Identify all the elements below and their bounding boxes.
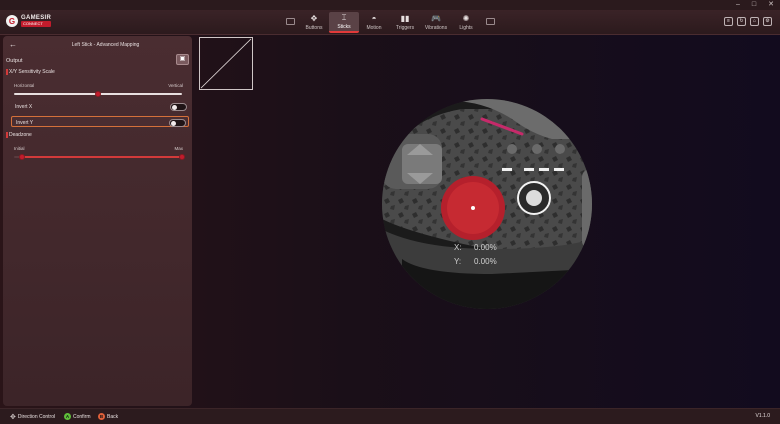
gamepad-small-icon[interactable] (286, 18, 295, 25)
gallery-icon[interactable] (486, 18, 495, 25)
xy-scale-knob[interactable] (95, 91, 101, 97)
tab-lights[interactable]: ✺ Lights (451, 12, 481, 33)
version-label: V1.1.0 (755, 413, 770, 419)
tab-buttons[interactable]: ✥ Buttons (299, 12, 329, 33)
invert-x-row[interactable]: Invert X (11, 101, 189, 112)
deadzone-max-knob[interactable] (179, 154, 185, 160)
xy-scale-slider[interactable] (14, 91, 182, 97)
lights-icon: ✺ (462, 13, 470, 23)
xy-scale-heading: X/Y Sensitivity Scale (6, 69, 55, 75)
initial-label: Initial (14, 146, 25, 151)
tab-motion-label: Motion (366, 24, 382, 31)
stick-position-dot (471, 206, 475, 210)
tab-sticks-label: Sticks (337, 23, 351, 30)
deadzone-heading: Deadzone (6, 132, 32, 138)
buttons-icon: ✥ (310, 13, 318, 23)
stick-x-label: X: (454, 243, 462, 252)
confirm-hint: A Confirm (64, 413, 91, 420)
logo-line2: CONNECT (21, 21, 52, 27)
b-button-icon: B (98, 413, 105, 420)
logo-mark: G (6, 15, 18, 27)
stick-y-label: Y: (454, 257, 462, 266)
panel-title: Left Stick - Advanced Mapping (71, 42, 140, 48)
tab-sticks[interactable]: ⌶ Sticks (329, 12, 359, 33)
maximize-button[interactable]: □ (752, 0, 756, 10)
output-label: Output (6, 58, 23, 64)
direction-hint-label: Direction Control (17, 414, 56, 420)
invert-x-toggle[interactable] (170, 103, 187, 111)
settings-icon[interactable]: ⚙ (763, 17, 772, 26)
back-hint-label: Back (107, 413, 119, 420)
deadzone-fill (22, 156, 182, 158)
minimize-button[interactable]: – (736, 0, 740, 10)
a-button-icon: A (64, 413, 71, 420)
top-nav: G GAMESIR CONNECT ✥ Buttons ⌶ Sticks ◓ M… (0, 10, 780, 35)
back-hint: B Back (98, 413, 118, 420)
tab-triggers-label: Triggers (395, 24, 415, 31)
triggers-icon: ▮▮ (400, 13, 410, 23)
home-icon[interactable]: ⌂ (750, 17, 759, 26)
sticks-icon: ⌶ (341, 12, 347, 22)
tab-triggers[interactable]: ▮▮ Triggers (390, 12, 420, 33)
max-label: Max (174, 146, 183, 151)
tab-lights-label: Lights (459, 24, 473, 31)
controller-illustration (382, 99, 592, 309)
deadzone-initial-knob[interactable] (19, 154, 26, 160)
response-curve-line (200, 38, 252, 89)
bottom-hint-bar: ✥ Direction Control A Confirm B Back V1.… (0, 408, 780, 424)
title-bar: – □ ✕ (0, 0, 780, 10)
invert-x-label: Invert X (15, 104, 33, 110)
stick-y-value: 0.00% (474, 257, 497, 266)
motion-icon: ◓ (371, 13, 377, 23)
output-mode-icon[interactable]: ▣ (176, 54, 189, 65)
response-curve-preview (199, 37, 253, 90)
vertical-label: Vertical (168, 83, 183, 88)
menu-icon[interactable]: ≡ (724, 17, 733, 26)
horizontal-label: Horizontal (14, 83, 35, 88)
refresh-icon[interactable]: ↻ (737, 17, 746, 26)
stick-x-value: 0.00% (474, 243, 497, 252)
app-logo: G GAMESIR CONNECT (6, 15, 52, 27)
controller-magnifier: X: 0.00% Y: 0.00% (382, 99, 592, 309)
tab-vibrations-label: Vibrations (424, 24, 448, 31)
advanced-mapping-panel: ← Left Stick - Advanced Mapping Output ▣… (3, 36, 192, 406)
direction-hint: ✥ Direction Control (10, 413, 55, 421)
invert-y-row[interactable]: Invert Y (11, 116, 189, 127)
deadzone-slider[interactable] (14, 154, 185, 160)
tab-motion[interactable]: ◓ Motion (359, 12, 389, 33)
invert-y-toggle[interactable] (169, 119, 186, 127)
tab-buttons-label: Buttons (305, 24, 323, 31)
tab-vibrations[interactable]: 🎮 Vibrations (421, 12, 451, 33)
invert-y-label: Invert Y (16, 120, 34, 126)
close-button[interactable]: ✕ (768, 0, 774, 10)
vibrations-icon: 🎮 (431, 13, 441, 23)
dpad-icon: ✥ (10, 414, 16, 421)
confirm-hint-label: Confirm (73, 413, 91, 420)
